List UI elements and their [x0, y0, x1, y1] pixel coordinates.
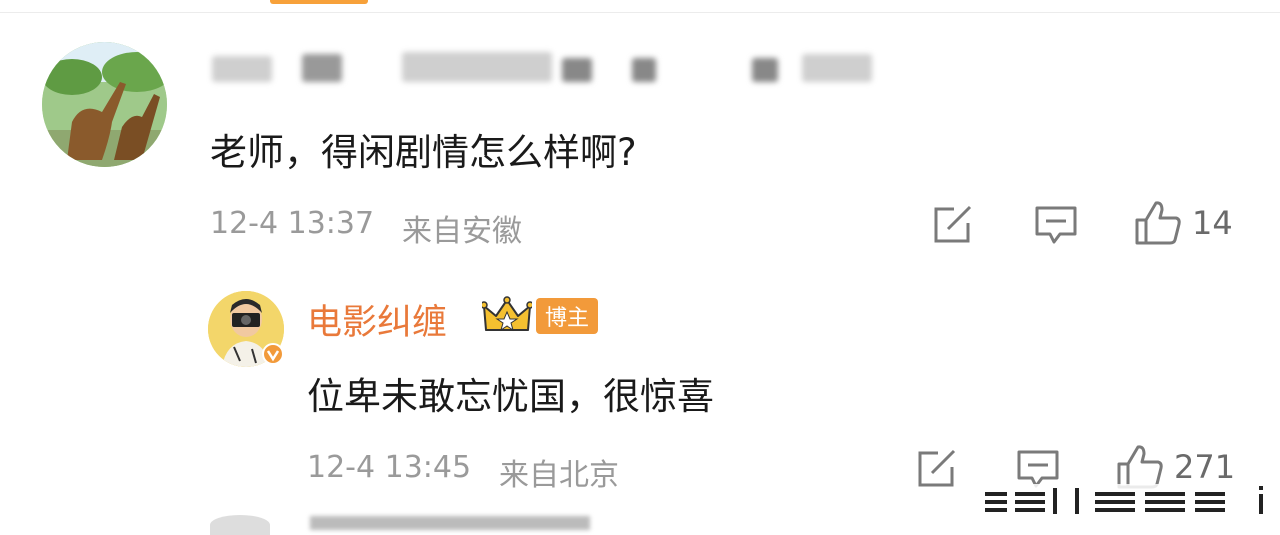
blogger-badge-label: 博主 — [536, 298, 599, 334]
share-icon — [918, 449, 956, 487]
comment-location: 来自安徽 — [402, 214, 522, 249]
comment-time: 12-4 13:37 — [210, 206, 375, 241]
verified-v-icon — [262, 343, 284, 365]
thumbs-up-icon — [1135, 201, 1181, 245]
comment-icon — [1035, 206, 1077, 244]
comment-text: 老师，得闲剧情怎么样啊? — [210, 131, 637, 174]
reply-time: 12-4 13:45 — [307, 450, 472, 485]
share-button[interactable] — [932, 205, 974, 245]
reply-text: 位卑未敢忘忧国，很惊喜 — [307, 375, 714, 418]
next-comment-text-partial — [310, 516, 590, 530]
creator-badge: 博主 — [482, 296, 599, 336]
reply-location: 来自北京 — [499, 458, 619, 493]
like-button[interactable]: 14 — [1134, 200, 1233, 246]
comment-button[interactable] — [1034, 205, 1078, 245]
reply-share-button[interactable] — [916, 449, 958, 489]
reply-author-name[interactable]: 电影纠缠 — [307, 294, 447, 345]
share-icon — [934, 205, 972, 243]
next-comment-avatar-partial — [210, 515, 270, 535]
watermark-graphic — [975, 484, 1280, 514]
crown-icon — [482, 296, 532, 332]
commenter-name-blurred — [212, 50, 872, 84]
top-divider — [0, 0, 1280, 13]
giraffe-photo-avatar-icon — [42, 42, 167, 167]
like-count: 14 — [1192, 204, 1233, 242]
commenter-avatar[interactable] — [42, 42, 167, 167]
tab-indicator — [270, 0, 368, 4]
